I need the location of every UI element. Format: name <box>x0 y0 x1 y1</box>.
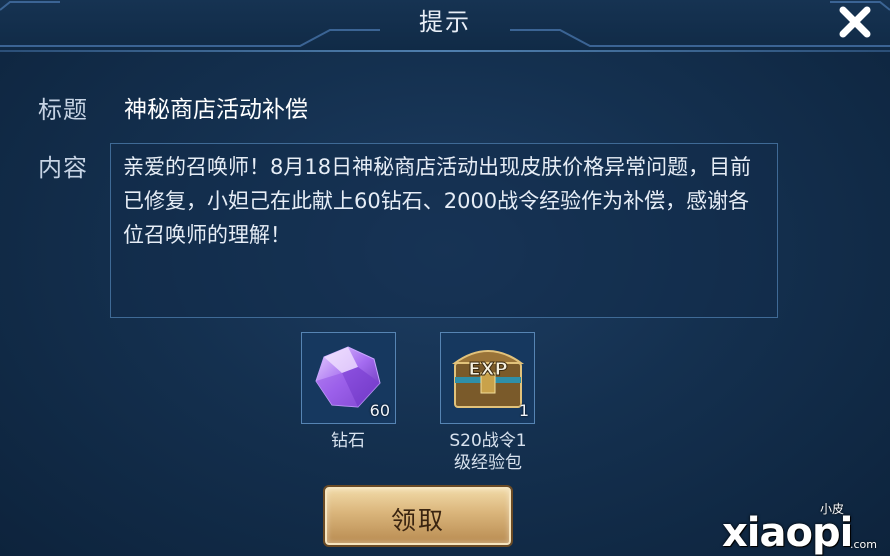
reward-name-line: S20战令1 <box>449 431 527 451</box>
content-text: 亲爱的召唤师！8月18日神秘商店活动出现皮肤价格异常问题，目前已修复，小妲己在此… <box>123 155 752 247</box>
claim-button[interactable]: 领取 <box>325 487 511 545</box>
reward-item-exp-pack[interactable]: EXP 1 <box>440 332 535 424</box>
header-divider <box>0 50 890 52</box>
site-watermark: 小皮 xiaopi .com <box>718 500 890 556</box>
watermark-logo-text: xiaopi <box>722 510 853 556</box>
close-button[interactable] <box>835 2 875 42</box>
reward-name-line: 级经验包 <box>454 453 522 473</box>
content-label: 内容 <box>38 154 88 182</box>
reward-name-exp-pack: S20战令1 级经验包 <box>428 430 548 474</box>
reward-item-diamond[interactable]: 60 <box>301 332 396 424</box>
content-textbox: 亲爱的召唤师！8月18日神秘商店活动出现皮肤价格异常问题，目前已修复，小妲己在此… <box>110 143 778 318</box>
title-value: 神秘商店活动补偿 <box>124 97 308 123</box>
claim-button-label: 领取 <box>390 506 445 535</box>
dialog-header: 提示 <box>0 0 890 52</box>
reward-count: 1 <box>518 401 529 420</box>
reward-count: 60 <box>369 401 390 420</box>
watermark-domain-suffix: .com <box>850 538 877 551</box>
reward-dialog: 提示 标题 神秘商店活动补偿 内容 亲爱的召唤师！8月18日神秘商店活动出现皮肤… <box>0 0 890 556</box>
close-x-icon <box>839 6 871 38</box>
title-label: 标题 <box>38 96 88 124</box>
dialog-title: 提示 <box>419 8 471 36</box>
reward-name-diamond: 钻石 <box>331 431 365 451</box>
svg-text:EXP: EXP <box>468 359 507 380</box>
